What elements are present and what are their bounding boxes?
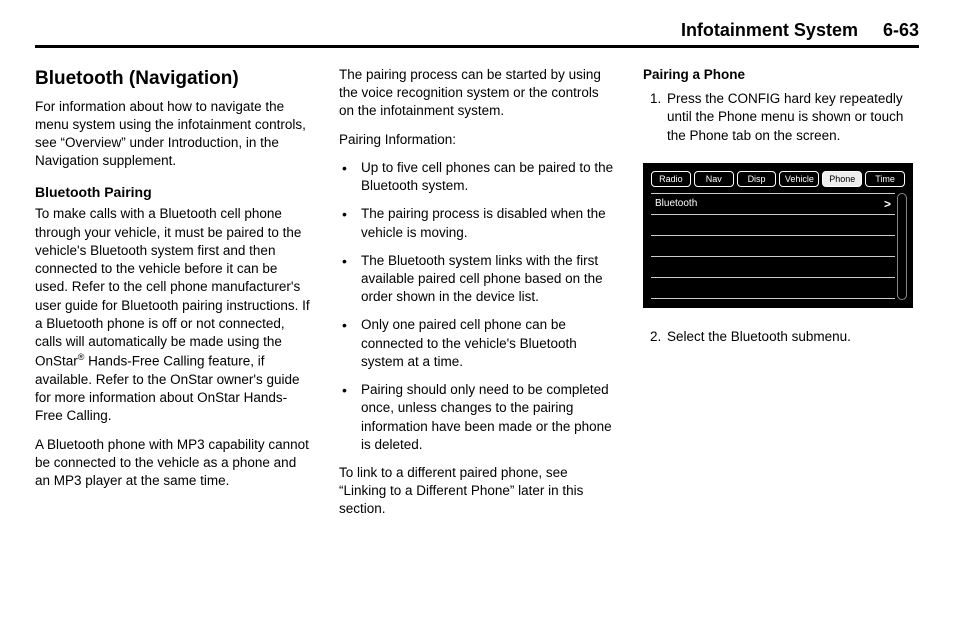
list-item: The pairing process is disabled when the… xyxy=(339,205,615,241)
screen-tabs: Radio Nav Disp Vehicle Phone Time xyxy=(651,171,905,187)
list-item: Pairing should only need to be completed… xyxy=(339,381,615,454)
intro-paragraph: For information about how to navigate th… xyxy=(35,98,311,171)
list-item: Up to five cell phones can be paired to … xyxy=(339,159,615,195)
list-item: The Bluetooth system links with the firs… xyxy=(339,252,615,307)
pairing-info-heading: Pairing Information: xyxy=(339,131,615,149)
pairing-phone-heading: Pairing a Phone xyxy=(643,66,919,84)
pairing-steps-cont: Select the Bluetooth submenu. xyxy=(643,328,919,346)
tab-nav[interactable]: Nav xyxy=(694,171,734,187)
pairing-paragraph-1: To make calls with a Bluetooth cell phon… xyxy=(35,205,311,425)
scrollbar[interactable] xyxy=(897,193,907,300)
pairing-para1-a: To make calls with a Bluetooth cell phon… xyxy=(35,206,310,368)
tab-phone[interactable]: Phone xyxy=(822,171,862,187)
tab-disp[interactable]: Disp xyxy=(737,171,777,187)
menu-row-empty xyxy=(651,235,895,256)
infotainment-screenshot: Radio Nav Disp Vehicle Phone Time Blueto… xyxy=(643,163,919,308)
menu-row-empty xyxy=(651,277,895,299)
tab-time[interactable]: Time xyxy=(865,171,905,187)
header-section-title: Infotainment System xyxy=(681,20,858,41)
menu-row-empty xyxy=(651,256,895,277)
column-2: The pairing process can be started by us… xyxy=(339,66,615,613)
menu-row-label: Bluetooth xyxy=(655,197,884,211)
step-2: Select the Bluetooth submenu. xyxy=(665,328,919,346)
list-item: Only one paired cell phone can be connec… xyxy=(339,316,615,371)
pairing-paragraph-2: A Bluetooth phone with MP3 capability ca… xyxy=(35,436,311,491)
col2-para-1: The pairing process can be started by us… xyxy=(339,66,615,121)
pairing-info-list: Up to five cell phones can be paired to … xyxy=(339,159,615,454)
bluetooth-pairing-heading: Bluetooth Pairing xyxy=(35,183,311,202)
column-3: Pairing a Phone Press the CONFIG hard ke… xyxy=(643,66,919,613)
page-header: Infotainment System 6-63 xyxy=(35,20,919,48)
infotainment-screen: Radio Nav Disp Vehicle Phone Time Blueto… xyxy=(643,163,913,308)
menu-row-bluetooth[interactable]: Bluetooth > xyxy=(651,193,895,214)
tab-vehicle[interactable]: Vehicle xyxy=(779,171,819,187)
header-page-number: 6-63 xyxy=(883,20,919,41)
body-columns: Bluetooth (Navigation) For information a… xyxy=(35,66,919,613)
tab-radio[interactable]: Radio xyxy=(651,171,691,187)
step-1: Press the CONFIG hard key repeatedly unt… xyxy=(665,90,919,145)
column-1: Bluetooth (Navigation) For information a… xyxy=(35,66,311,613)
chevron-right-icon: > xyxy=(884,196,891,212)
pairing-steps: Press the CONFIG hard key repeatedly unt… xyxy=(643,90,919,145)
col2-para-2: To link to a different paired phone, see… xyxy=(339,464,615,519)
menu-row-empty xyxy=(651,214,895,235)
page: Infotainment System 6-63 Bluetooth (Navi… xyxy=(0,0,954,638)
section-title: Bluetooth (Navigation) xyxy=(35,66,311,92)
screen-menu-area: Bluetooth > xyxy=(651,193,905,299)
